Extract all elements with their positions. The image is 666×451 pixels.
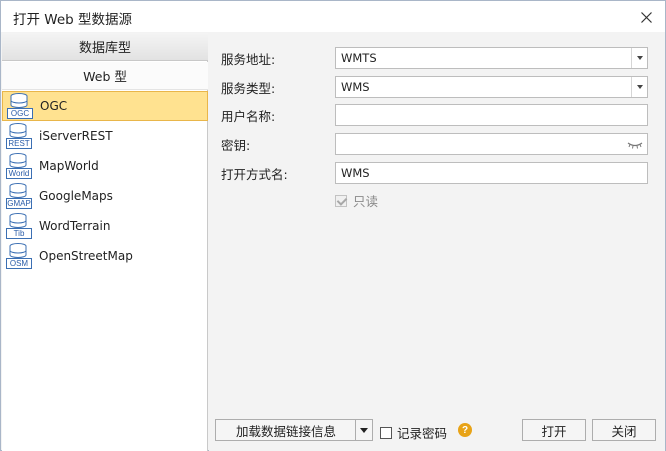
chevron-down-icon[interactable] <box>355 420 372 440</box>
load-connection-info-label: 加载数据链接信息 <box>235 423 336 439</box>
connection-form-panel: 服务地址: WMTS 服务类型: WMS 用户名称: 密钥: 打开方式名: WM… <box>209 33 665 451</box>
service-type-row: 服务类型: <box>221 76 275 98</box>
source-tag: GMAP <box>6 198 32 209</box>
database-icon: OGC <box>7 93 33 119</box>
close-icon <box>640 11 652 23</box>
source-item-iserverrest[interactable]: REST iServerREST <box>2 121 208 151</box>
database-icon: REST <box>6 123 32 149</box>
window-close-button[interactable] <box>635 6 657 28</box>
close-button[interactable]: 关闭 <box>592 419 656 441</box>
source-tag: REST <box>6 138 32 149</box>
remember-password-checkbox[interactable] <box>380 426 392 439</box>
source-tag: OSM <box>6 258 32 269</box>
dialog-footer: 加载数据链接信息 记录密码 ? 打开 关闭 <box>209 416 665 442</box>
readonly-checkbox-row: 只读 <box>335 191 378 210</box>
key-label: 密钥: <box>221 137 251 153</box>
chevron-down-icon[interactable] <box>631 77 647 97</box>
source-label: GoogleMaps <box>39 189 113 203</box>
source-item-mapworld[interactable]: World MapWorld <box>2 151 208 181</box>
datasource-type-panel: 数据库型 Web 型 OGC OGC REST iServerREST Worl… <box>2 33 208 451</box>
source-tag: World <box>6 168 32 179</box>
database-icon: OSM <box>6 243 32 269</box>
source-tag: Tib <box>6 228 32 239</box>
database-type-label: 数据库型 <box>78 41 131 56</box>
open-button-label: 打开 <box>541 423 567 439</box>
database-type-tab[interactable]: 数据库型 <box>2 33 208 61</box>
database-icon: Tib <box>6 213 32 239</box>
service-type-value: WMS <box>341 80 370 94</box>
key-row: 密钥: <box>221 133 250 155</box>
service-type-select[interactable]: WMS <box>335 76 648 98</box>
service-address-value: WMTS <box>341 51 377 65</box>
chevron-down-icon[interactable] <box>631 48 647 68</box>
open-alias-value: WMS <box>341 166 370 180</box>
window-title: 打开 Web 型数据源 <box>13 12 133 28</box>
open-alias-input[interactable]: WMS <box>335 162 648 184</box>
dialog-window: 打开 Web 型数据源 数据库型 Web 型 OGC OGC REST iSer… <box>0 0 666 451</box>
service-address-select[interactable]: WMTS <box>335 47 648 69</box>
web-type-label: Web 型 <box>83 69 127 84</box>
username-input[interactable] <box>335 104 648 126</box>
source-label: OpenStreetMap <box>39 249 133 263</box>
source-item-openstreetmap[interactable]: OSM OpenStreetMap <box>2 241 208 271</box>
open-alias-row: 打开方式名: <box>221 162 288 184</box>
eye-closed-icon[interactable] <box>627 138 643 150</box>
username-label: 用户名称: <box>221 108 276 124</box>
source-item-ogc[interactable]: OGC OGC <box>2 91 208 121</box>
open-button[interactable]: 打开 <box>522 419 586 441</box>
load-connection-info-button[interactable]: 加载数据链接信息 <box>215 419 373 441</box>
readonly-label: 只读 <box>353 194 379 209</box>
help-icon[interactable]: ? <box>458 423 472 437</box>
source-label: OGC <box>40 99 68 113</box>
close-button-label: 关闭 <box>611 423 637 439</box>
web-source-list: OGC OGC REST iServerREST World MapWorld <box>2 91 208 271</box>
username-row: 用户名称: <box>221 104 275 126</box>
source-item-googlemaps[interactable]: GMAP GoogleMaps <box>2 181 208 211</box>
source-label: MapWorld <box>39 159 99 173</box>
service-address-row: 服务地址: <box>221 47 275 69</box>
remember-password-row[interactable]: 记录密码 <box>380 423 447 442</box>
source-item-wordterrain[interactable]: Tib WordTerrain <box>2 211 208 241</box>
database-icon: GMAP <box>6 183 32 209</box>
source-tag: OGC <box>7 108 33 119</box>
source-label: iServerREST <box>39 129 113 143</box>
open-alias-label: 打开方式名: <box>221 166 288 182</box>
title-bar: 打开 Web 型数据源 <box>1 1 665 32</box>
readonly-checkbox[interactable] <box>335 194 347 207</box>
service-address-label: 服务地址: <box>221 51 276 67</box>
database-icon: World <box>6 153 32 179</box>
web-type-group-header[interactable]: Web 型 <box>2 62 208 90</box>
remember-password-label: 记录密码 <box>397 426 448 441</box>
key-input[interactable] <box>335 133 648 155</box>
source-label: WordTerrain <box>39 219 111 233</box>
service-type-label: 服务类型: <box>221 80 276 96</box>
